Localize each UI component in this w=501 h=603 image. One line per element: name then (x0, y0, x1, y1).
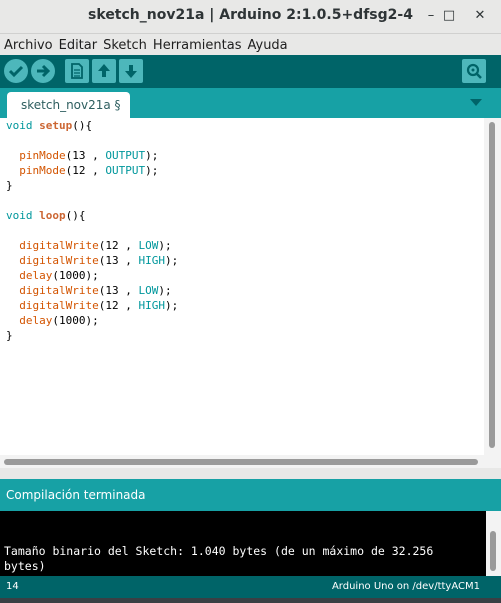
save-icon (125, 65, 137, 78)
code-line: digitalWrite(13 , LOW); (6, 283, 172, 298)
code-text: digitalWrite(13 , LOW); (19, 284, 172, 297)
scrollbar-thumb[interactable] (490, 531, 496, 571)
editor-vertical-scrollbar[interactable] (484, 118, 501, 455)
code-text: digitalWrite(13 , HIGH); (19, 254, 179, 267)
code-line: void setup(){ (6, 118, 92, 133)
code-line: digitalWrite(13 , HIGH); (6, 253, 178, 268)
pane-divider[interactable] (0, 468, 501, 479)
code-text: pinMode(13 , OUTPUT); (19, 149, 159, 162)
menu-herramientas[interactable]: Herramientas (149, 34, 244, 53)
serial-monitor-icon (466, 63, 482, 79)
code-editor[interactable]: void setup(){ pinMode(13 , OUTPUT); pinM… (0, 118, 484, 455)
code-line: digitalWrite(12 , HIGH); (6, 298, 178, 313)
code-text: void loop(){ (6, 209, 86, 222)
menu-sketch[interactable]: Sketch (99, 34, 149, 53)
scrollbar-thumb[interactable] (4, 459, 478, 465)
code-line: digitalWrite(12 , LOW); (6, 238, 172, 253)
console-line: Tamaño binario del Sketch: 1.040 bytes (… (4, 544, 434, 558)
open-button[interactable] (92, 59, 116, 83)
new-button[interactable] (65, 59, 89, 83)
code-text: } (6, 329, 13, 342)
save-button[interactable] (119, 59, 143, 83)
code-text: digitalWrite(12 , HIGH); (19, 299, 179, 312)
code-line: pinMode(12 , OUTPUT); (6, 163, 158, 178)
code-line: void loop(){ (6, 208, 86, 223)
editor-horizontal-scrollbar[interactable] (0, 455, 501, 468)
new-icon (71, 63, 83, 79)
code-line: delay(1000); (6, 313, 99, 328)
console-line: bytes) (4, 559, 46, 573)
tab-sketch[interactable]: sketch_nov21a § (7, 92, 130, 118)
code-text: void setup(){ (6, 119, 93, 132)
menu-bar: Archivo Editar Sketch Herramientas Ayuda (0, 34, 501, 54)
line-number: 14 (6, 581, 19, 592)
maximize-icon[interactable]: □ (439, 6, 459, 26)
tab-bar: sketch_nov21a § (0, 88, 501, 118)
footer-bar: 14 Arduino Uno on /dev/ttyACM1 (0, 576, 501, 598)
code-line: } (6, 328, 13, 343)
code-line: pinMode(13 , OUTPUT); (6, 148, 158, 163)
code-text: } (6, 179, 13, 192)
code-text: pinMode(12 , OUTPUT); (19, 164, 159, 177)
window-titlebar: sketch_nov21a | Arduino 2:1.0.5+dfsg2-4 … (0, 0, 501, 34)
code-line: delay(1000); (6, 268, 99, 283)
serial-monitor-button[interactable] (462, 59, 486, 83)
upload-button[interactable] (31, 59, 55, 83)
menu-archivo[interactable]: Archivo (0, 34, 55, 53)
console-output[interactable]: Tamaño binario del Sketch: 1.040 bytes (… (0, 511, 486, 576)
code-text: delay(1000); (19, 314, 99, 327)
code-text: delay(1000); (19, 269, 99, 282)
tab-menu-button[interactable] (467, 95, 485, 110)
desktop-taskbar-edge (0, 598, 501, 603)
menu-editar[interactable]: Editar (55, 34, 100, 53)
status-bar: Compilación terminada (0, 479, 501, 511)
status-message: Compilación terminada (6, 488, 146, 502)
open-icon (98, 64, 110, 77)
console-scrollbar[interactable] (486, 511, 501, 576)
code-text: digitalWrite(12 , LOW); (19, 239, 172, 252)
board-port-label: Arduino Uno on /dev/ttyACM1 (331, 581, 480, 592)
verify-icon (8, 65, 24, 78)
minimize-icon[interactable]: – (421, 6, 441, 26)
toolbar (0, 55, 501, 88)
menu-ayuda[interactable]: Ayuda (243, 34, 289, 53)
upload-icon (37, 64, 51, 78)
verify-button[interactable] (4, 59, 28, 83)
close-icon[interactable]: ✕ (470, 6, 490, 26)
scrollbar-thumb[interactable] (489, 122, 495, 448)
chevron-down-icon (467, 95, 485, 110)
code-line: } (6, 178, 13, 193)
